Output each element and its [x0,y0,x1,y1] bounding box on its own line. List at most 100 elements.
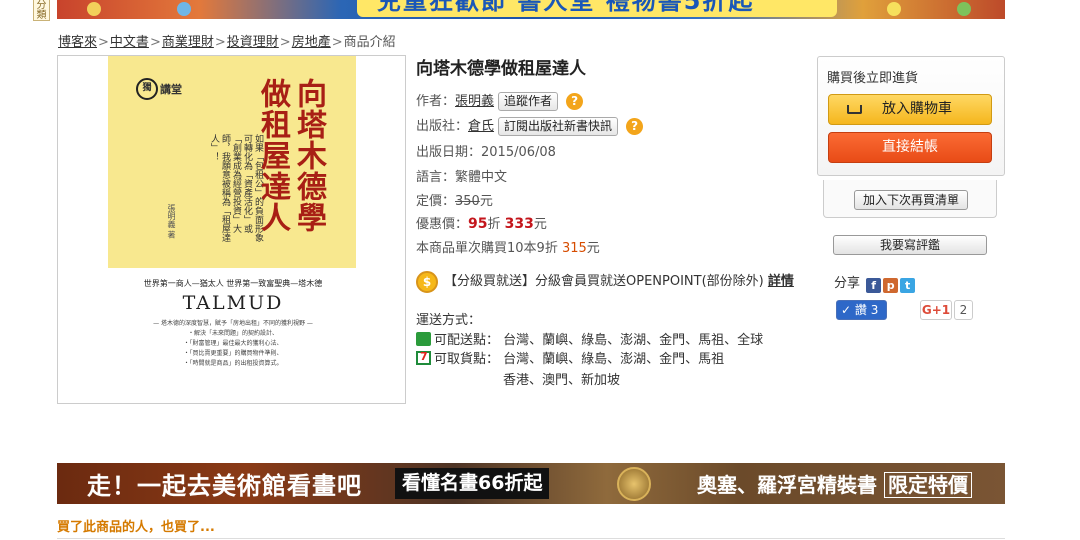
like-button[interactable]: ✓ 讚 3 [836,300,887,320]
checkout-button[interactable]: 直接結帳 [828,132,992,163]
author-row: 作者：張明義 追蹤作者? [416,90,584,111]
banner-decoration [957,2,971,16]
sale-price-row: 優惠價：95折 333元 [416,213,547,232]
category-side-tab[interactable]: 分類 [33,0,50,21]
cover-bullet: ・解決「未來問題」的契約設計、 [187,330,278,337]
wishlist-panel: 加入下次再買清單 [823,180,997,218]
publisher-row: 出版社：倉氏 訂閱出版社新書快訊? [416,115,644,136]
art-banner-right-text: 奧塞、羅浮宮精裝書 [697,473,877,497]
pickup-locations: 台灣、蘭嶼、綠島、澎湖、金門、馬祖 [503,352,725,367]
share-label: 分享 [834,276,861,291]
promo-text: 【分級買就送】分級會員買就送OPENPOINT(部份除外) [444,274,764,289]
publisher-label: 出版社： [416,119,469,134]
discount-value: 95 [468,216,488,232]
shipping-label: 運送方式： [416,313,482,328]
banner-decoration [87,2,101,16]
date-row: 出版日期：2015/06/08 [416,141,556,160]
author-link[interactable]: 張明義 [455,94,494,109]
add-to-wishlist-button[interactable]: 加入下次再買清單 [854,190,968,210]
art-banner-title: 走！一起去美術館看畫吧 [87,471,362,500]
bulk-text: 本商品單次購買10本9折 [416,241,558,256]
cover-top-area: 獨 講堂 如果「包租公」的負面形象可轉化為「資產活化」或「創業成為經營投資」大師… [108,56,356,268]
sale-price: 333 [504,216,534,232]
product-title: 向塔木德學做租屋達人 [416,59,586,79]
breadcrumb-home[interactable]: 博客來 [58,35,97,50]
pickup-label: 可取貨點： [434,352,500,367]
currency-unit: 元 [479,194,493,209]
art-banner-emblem [617,467,651,501]
cover-latin-title: TALMUD [182,292,284,314]
cover-author: 張明義 著 [167,204,176,239]
cover-bullet: ・「財富管理」最佳最大的獲利心法、 [183,340,283,347]
breadcrumb-chinese-books[interactable]: 中文書 [110,35,149,50]
list-price: 350 [455,194,480,209]
pickup-locations-2: 香港、澳門、新加坡 [503,373,621,388]
pickup-row-2: 香港、澳門、新加坡 [503,369,620,388]
cover-bullet: ・「買比賣更重要」的購買物件準則、 [183,350,283,357]
list-price-label: 定價： [416,194,456,209]
pickup-row: 可取貨點： 台灣、蘭嶼、綠島、澎湖、金門、馬祖 [416,348,724,367]
banner-decoration [177,2,191,16]
follow-author-button[interactable]: 追蹤作者 [498,92,559,111]
product-info: 向塔木德學做租屋達人 作者：張明義 追蹤作者? 出版社：倉氏 訂閱出版社新書快訊? … [416,54,806,256]
gplus-widget: G+1 2 [920,300,977,320]
breadcrumb-investment[interactable]: 投資理財 [227,35,279,50]
author-label: 作者： [416,94,456,109]
write-review-button[interactable]: 我要寫評鑑 [833,235,987,255]
delivery-icon [416,332,431,346]
art-promo-banner[interactable]: 走！一起去美術館看畫吧 看懂名畫66折起 奧塞、羅浮宮精裝書 限定特價 [57,463,1005,504]
publisher-logo: 獨 [136,78,158,100]
coin-icon: $ [416,270,438,293]
twitter-icon[interactable]: t [900,278,916,293]
help-icon[interactable]: ? [626,118,644,135]
currency-unit: 元 [533,217,547,232]
cover-bottom-area: 世界第一商人—猶太人 世界第一致富聖典—塔木德 TALMUD — 塔木德的深度智… [128,278,338,369]
plurk-icon[interactable]: p [883,278,899,293]
facebook-icon[interactable]: f [866,278,882,293]
like-count: 3 [870,303,879,317]
cart-icon [847,105,862,114]
publisher-link[interactable]: 倉氏 [468,119,494,134]
deliver-locations: 台灣、蘭嶼、綠島、澎湖、金門、馬祖、全球 [503,333,764,348]
breadcrumb-current: 商品介紹 [343,35,396,50]
promo-row: $ 【分級買就送】分級會員買就送OPENPOINT(部份除外) 詳情 [416,270,794,293]
breadcrumb-real-estate[interactable]: 房地產 [292,35,331,50]
language-value: 繁體中文 [455,170,508,185]
deliver-label: 可配送點： [434,333,500,348]
cover-bullets: — 塔木德的深度智慧，賦予「房地出租」不同的獲利視野 — ・解決「未來問題」的契… [128,319,338,369]
date-label: 出版日期： [416,145,482,160]
breadcrumb-business[interactable]: 商業理財 [162,35,214,50]
bulk-price-row: 本商品單次購買10本9折 315元 [416,237,600,256]
promo-details-link[interactable]: 詳情 [768,274,794,289]
art-banner-tag: 看懂名畫66折起 [395,468,550,499]
share-row: 分享 fpt [834,272,916,293]
add-to-cart-label: 放入購物車 [882,101,952,117]
seven-eleven-icon [416,350,431,365]
cover-bullet: — 塔木德的深度智慧，賦予「房地出租」不同的獲利視野 — [153,320,313,327]
like-label: ✓ 讚 [841,303,867,317]
breadcrumb: 博客來>中文書>商業理財>投資理財>房地產>商品介紹 [58,35,396,50]
top-banner-text: 兒童狂歡節 書人堂 禮物書5折起 [357,0,837,17]
bulk-price: 315 [561,241,587,256]
discount-unit: 折 [487,217,501,232]
language-row: 語言：繁體中文 [416,166,507,185]
help-icon[interactable]: ? [566,93,584,110]
sale-price-label: 優惠價： [416,217,469,232]
list-price-row: 定價：350元 [416,190,493,209]
cover-title: 向塔木德學做租屋達人 [255,78,326,233]
also-bought-heading: 買了此商品的人，也買了... [57,520,215,535]
art-banner-right-tag: 限定特價 [883,472,972,498]
language-label: 語言： [416,170,456,185]
publish-date: 2015/06/08 [481,145,556,160]
buy-box: 購買後立即進貨 放入購物車 直接結帳 [817,56,1005,176]
book-cover-image[interactable]: 獨 講堂 如果「包租公」的負面形象可轉化為「資產活化」或「創業成為經營投資」大師… [57,55,406,404]
subscribe-publisher-button[interactable]: 訂閱出版社新書快訊 [498,117,619,136]
top-promo-banner[interactable]: 兒童狂歡節 書人堂 禮物書5折起 [57,0,1005,19]
add-to-cart-button[interactable]: 放入購物車 [828,94,992,125]
banner-decoration [887,2,901,16]
publisher-logo-name: 講堂 [160,83,182,96]
gplus-count: 2 [954,300,973,320]
currency-unit: 元 [586,241,600,256]
gplus-button[interactable]: G+1 [920,300,952,320]
section-divider [57,538,1005,539]
